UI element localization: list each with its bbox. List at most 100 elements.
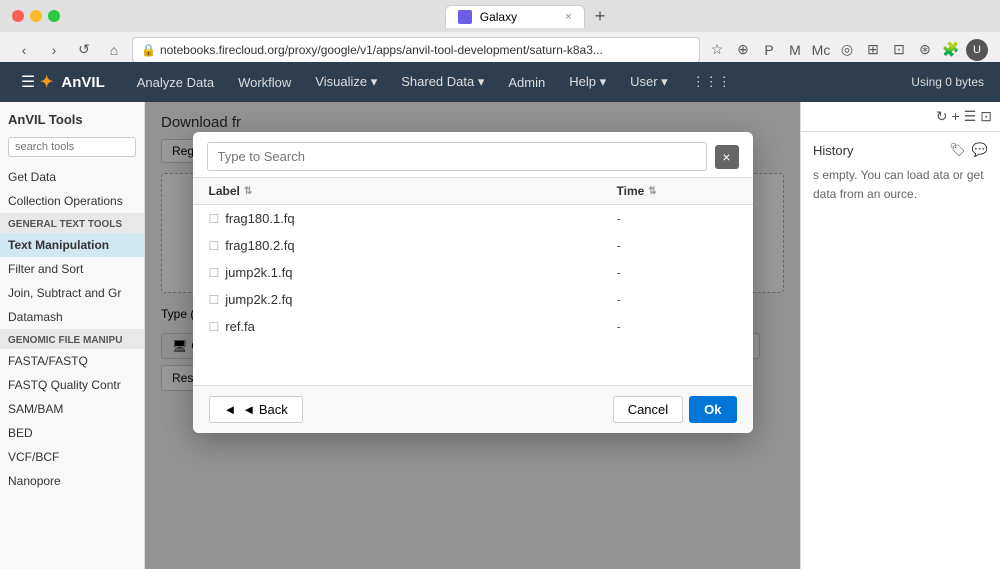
modal-overlay: × Label ⇅ Time ⇅ xyxy=(145,102,800,569)
nav-admin[interactable]: Admin xyxy=(496,62,557,102)
browser-tab[interactable]: Galaxy × xyxy=(445,5,585,28)
table-row[interactable]: ☐ jump2k.2.fq - xyxy=(193,286,753,313)
ext5-icon[interactable]: ◎ xyxy=(836,39,858,61)
nav-using-bytes: Using 0 bytes xyxy=(911,75,984,89)
ext7-icon[interactable]: ⊡ xyxy=(888,39,910,61)
modal-cancel-button[interactable]: Cancel xyxy=(613,396,683,423)
sidebar-item-fasta-fastq[interactable]: FASTA/FASTQ xyxy=(0,349,144,373)
file-name: jump2k.2.fq xyxy=(225,292,616,307)
nav-workflow[interactable]: Workflow xyxy=(226,62,303,102)
sidebar-item-sam-bam[interactable]: SAM/BAM xyxy=(0,397,144,421)
right-top-actions: ↻ + ☰ ⊡ xyxy=(801,102,1000,132)
browser-titlebar: Galaxy × + xyxy=(0,0,1000,32)
table-row[interactable]: ☐ frag180.2.fq - xyxy=(193,232,753,259)
brand-name: AnVIL xyxy=(61,74,104,91)
sidebar-item-filter-sort[interactable]: Filter and Sort xyxy=(0,257,144,281)
sidebar-section-genomic: GENOMIC FILE MANIPU xyxy=(0,329,144,349)
sidebar-item-text-manipulation[interactable]: Text Manipulation xyxy=(0,233,144,257)
modal-file-list: ☐ frag180.1.fq - ☐ frag180.2.fq - ☐ jump… xyxy=(193,205,753,385)
modal-close-button[interactable]: × xyxy=(715,145,739,169)
sidebar-title: AnVIL Tools xyxy=(0,102,144,133)
sidebar-item-fastq-quality[interactable]: FASTQ Quality Contr xyxy=(0,373,144,397)
nav-shared-data[interactable]: Shared Data ▾ xyxy=(389,62,496,102)
ext1-icon[interactable]: ⊕ xyxy=(732,39,754,61)
history-empty-text: s empty. You can load ata or get data fr… xyxy=(813,166,988,204)
sidebar-item-join-subtract[interactable]: Join, Subtract and Gr xyxy=(0,281,144,305)
sidebar-item-nanopore[interactable]: Nanopore xyxy=(0,469,144,493)
modal-col-time: Time ⇅ xyxy=(617,184,737,198)
modal-search-input[interactable] xyxy=(207,142,707,171)
history-header: History 🏷 💬 xyxy=(813,142,988,158)
file-icon: ☐ xyxy=(209,239,220,253)
address-bar[interactable]: 🔒 notebooks.firecloud.org/proxy/google/v… xyxy=(132,37,700,63)
file-icon: ☐ xyxy=(209,266,220,280)
modal-back-button[interactable]: ◄ ◄ Back xyxy=(209,396,303,423)
file-icon: ☐ xyxy=(209,212,220,226)
file-time: - xyxy=(617,238,737,253)
close-traffic-light[interactable] xyxy=(12,10,24,22)
ext3-icon[interactable]: M xyxy=(784,39,806,61)
ext4-icon[interactable]: Mc xyxy=(810,39,832,61)
modal-footer: ◄ ◄ Back Cancel Ok xyxy=(193,385,753,433)
puzzle-icon[interactable]: 🧩 xyxy=(940,39,962,61)
label-sort-icon[interactable]: ⇅ xyxy=(244,186,252,197)
toolbar-icons: ☆ ⊕ P M Mc ◎ ⊞ ⊡ ⊛ 🧩 U xyxy=(706,39,988,61)
home-button[interactable]: ⌂ xyxy=(102,38,126,62)
history-tag-icon[interactable]: 🏷 xyxy=(949,142,966,158)
refresh-history-icon[interactable]: ↻ xyxy=(936,108,948,125)
file-time: - xyxy=(617,292,737,307)
time-sort-icon[interactable]: ⇅ xyxy=(648,186,656,197)
nav-visualize[interactable]: Visualize ▾ xyxy=(303,62,389,102)
minimize-traffic-light[interactable] xyxy=(30,10,42,22)
sidebar-item-datamash[interactable]: Datamash xyxy=(0,305,144,329)
nav-analyze-data[interactable]: Analyze Data xyxy=(125,62,226,102)
bookmark-icon[interactable]: ☆ xyxy=(706,39,728,61)
table-row[interactable]: ☐ frag180.1.fq - xyxy=(193,205,753,232)
ext8-icon[interactable]: ⊛ xyxy=(914,39,936,61)
add-history-icon[interactable]: + xyxy=(952,108,960,125)
nav-help[interactable]: Help ▾ xyxy=(557,62,618,102)
table-row[interactable]: ☐ jump2k.1.fq - xyxy=(193,259,753,286)
back-chevron-icon: ◄ xyxy=(224,402,237,417)
multi-history-icon[interactable]: ⊡ xyxy=(980,108,992,125)
tab-favicon xyxy=(458,10,472,24)
sidebar-search-container xyxy=(0,133,144,165)
fullscreen-traffic-light[interactable] xyxy=(48,10,60,22)
hamburger-menu-button[interactable]: ☰ xyxy=(16,70,40,94)
nav-grid-icon[interactable]: ⋮⋮⋮ xyxy=(680,62,743,102)
tab-title: Galaxy xyxy=(480,10,517,24)
sidebar-item-get-data[interactable]: Get Data xyxy=(0,165,144,189)
new-tab-button[interactable]: + xyxy=(589,5,612,28)
right-panel: ↻ + ☰ ⊡ History 🏷 💬 s empty. You can loa… xyxy=(800,102,1000,569)
user-avatar-icon[interactable]: U xyxy=(966,39,988,61)
file-icon: ☐ xyxy=(209,293,220,307)
forward-button[interactable]: › xyxy=(42,38,66,62)
sidebar: AnVIL Tools Get Data Collection Operatio… xyxy=(0,102,145,569)
sidebar-item-collection-ops[interactable]: Collection Operations xyxy=(0,189,144,213)
file-time: - xyxy=(617,265,737,280)
file-time: - xyxy=(617,211,737,226)
history-comment-icon[interactable]: 💬 xyxy=(972,142,988,158)
modal-footer-right: Cancel Ok xyxy=(613,396,737,423)
modal-col-label: Label ⇅ xyxy=(209,184,617,198)
back-button[interactable]: ‹ xyxy=(12,38,36,62)
nav-right: Using 0 bytes xyxy=(911,75,984,89)
sidebar-item-vcf-bcf[interactable]: VCF/BCF xyxy=(0,445,144,469)
app: ☰ ✦ AnVIL Analyze Data Workflow Visualiz… xyxy=(0,62,1000,569)
ext2-icon[interactable]: P xyxy=(758,39,780,61)
history-options-icon[interactable]: ☰ xyxy=(964,108,977,125)
nav-user[interactable]: User ▾ xyxy=(618,62,680,102)
search-tools-input[interactable] xyxy=(8,137,136,157)
file-name: frag180.2.fq xyxy=(225,238,616,253)
modal-table-header: Label ⇅ Time ⇅ xyxy=(193,177,753,205)
refresh-button[interactable]: ↺ xyxy=(72,38,96,62)
modal-ok-button[interactable]: Ok xyxy=(689,396,736,423)
file-time: - xyxy=(617,319,737,334)
ext6-icon[interactable]: ⊞ xyxy=(862,39,884,61)
browser-chrome: Galaxy × + ‹ › ↺ ⌂ 🔒 notebooks.firecloud… xyxy=(0,0,1000,62)
sidebar-item-bed[interactable]: BED xyxy=(0,421,144,445)
address-text: notebooks.firecloud.org/proxy/google/v1/… xyxy=(160,43,603,57)
table-row[interactable]: ☐ ref.fa - xyxy=(193,313,753,340)
tab-close-button[interactable]: × xyxy=(565,11,571,23)
sidebar-section-general-text: GENERAL TEXT TOOLS xyxy=(0,213,144,233)
